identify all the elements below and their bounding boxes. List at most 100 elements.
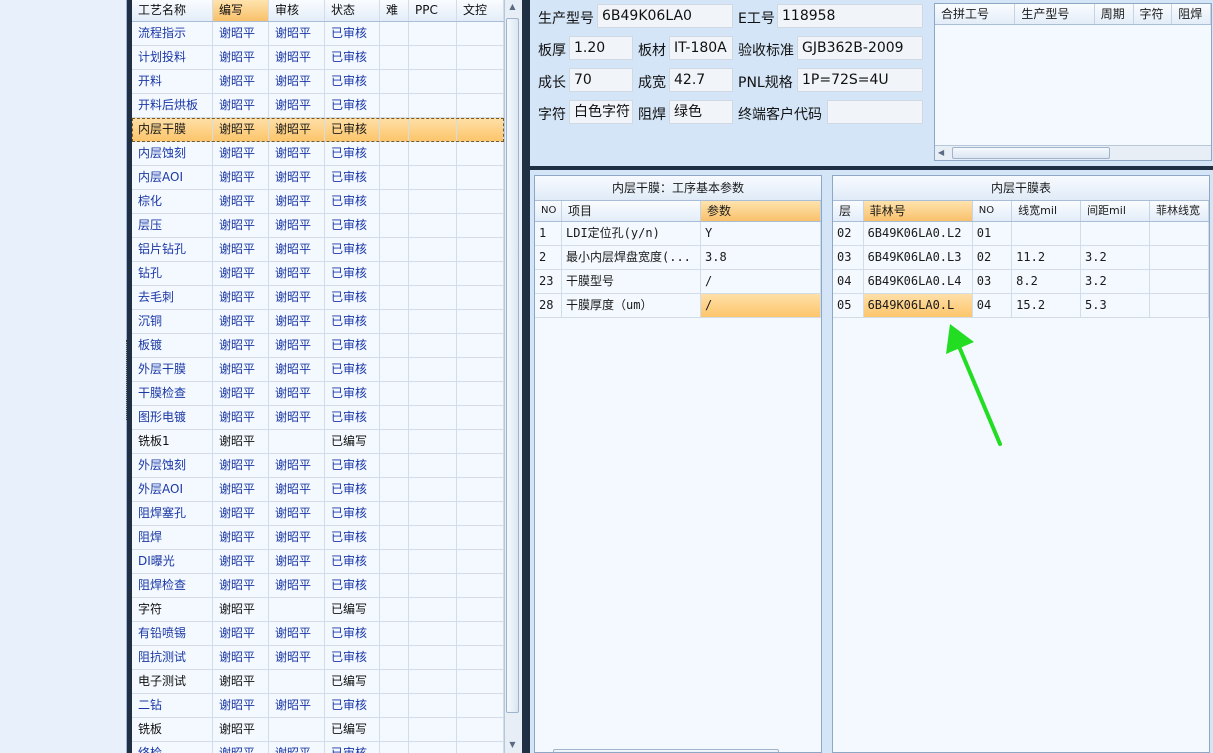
process-row[interactable]: 铣板1 谢昭平 已编写 bbox=[132, 430, 504, 454]
process-row[interactable]: 铝片钻孔 谢昭平 谢昭平 已审核 bbox=[132, 238, 504, 262]
process-row[interactable]: 铣板 谢昭平 已编写 bbox=[132, 718, 504, 742]
field-width[interactable]: 42.7 bbox=[669, 68, 733, 92]
field-customer[interactable] bbox=[827, 100, 923, 124]
process-row[interactable]: 去毛刺 谢昭平 谢昭平 已审核 bbox=[132, 286, 504, 310]
process-row[interactable]: 开料 谢昭平 谢昭平 已审核 bbox=[132, 70, 504, 94]
process-row[interactable]: 有铅喷锡 谢昭平 谢昭平 已审核 bbox=[132, 622, 504, 646]
merge-table-hscroll[interactable]: ◀ bbox=[935, 145, 1211, 160]
process-cell: 阻抗测试 bbox=[132, 646, 213, 669]
col-header-merge-no[interactable]: 合拼工号 bbox=[935, 4, 1016, 24]
process-row[interactable]: 开料后烘板 谢昭平 谢昭平 已审核 bbox=[132, 94, 504, 118]
process-row[interactable]: 内层AOI 谢昭平 谢昭平 已审核 bbox=[132, 166, 504, 190]
process-cell: 已编写 bbox=[325, 598, 380, 621]
param-cell[interactable]: 3.8 bbox=[701, 246, 821, 269]
param-row[interactable]: 1 LDI定位孔(y/n) Y bbox=[535, 222, 821, 246]
scrollbar-thumb[interactable] bbox=[506, 18, 519, 713]
field-standard[interactable]: GJB362B-2009 bbox=[797, 36, 923, 60]
film-cell: 15.2 bbox=[1012, 294, 1082, 317]
film-title: 内层干膜表 bbox=[833, 176, 1209, 201]
process-row[interactable]: 字符 谢昭平 已编写 bbox=[132, 598, 504, 622]
field-thickness[interactable]: 1.20 bbox=[569, 36, 633, 60]
param-row[interactable]: 28 干膜厚度（um） / bbox=[535, 294, 821, 318]
field-length[interactable]: 70 bbox=[569, 68, 633, 92]
process-row[interactable]: 外层AOI 谢昭平 谢昭平 已审核 bbox=[132, 478, 504, 502]
col-header-film-line-width[interactable]: 菲林线宽 bbox=[1150, 201, 1209, 221]
process-row[interactable]: 内层蚀刻 谢昭平 谢昭平 已审核 bbox=[132, 142, 504, 166]
col-header-merge-char[interactable]: 字符 bbox=[1134, 4, 1173, 24]
process-row[interactable]: 板镀 谢昭平 谢昭平 已审核 bbox=[132, 334, 504, 358]
col-header-param[interactable]: 参数 bbox=[701, 201, 821, 221]
process-cell bbox=[380, 382, 409, 405]
process-row[interactable]: 流程指示 谢昭平 谢昭平 已审核 bbox=[132, 22, 504, 46]
process-row[interactable]: 钻孔 谢昭平 谢昭平 已审核 bbox=[132, 262, 504, 286]
col-header-line-width[interactable]: 线宽mil bbox=[1012, 201, 1082, 221]
splitter-horizontal[interactable] bbox=[530, 166, 1213, 170]
process-row[interactable]: 沉铜 谢昭平 谢昭平 已审核 bbox=[132, 310, 504, 334]
col-header-doc-control[interactable]: 文控 bbox=[457, 0, 504, 21]
film-row[interactable]: 02 6B49K06LA0.L2 01 bbox=[833, 222, 1209, 246]
process-row[interactable]: 二钻 谢昭平 谢昭平 已审核 bbox=[132, 694, 504, 718]
process-row[interactable]: 棕化 谢昭平 谢昭平 已审核 bbox=[132, 190, 504, 214]
process-cell bbox=[409, 310, 457, 333]
col-header-film-no[interactable]: 菲林号 bbox=[863, 201, 973, 221]
process-cell: 谢昭平 bbox=[269, 142, 325, 165]
field-prod-model[interactable]: 6B49K06LA0 bbox=[597, 4, 733, 28]
process-row[interactable]: DI曝光 谢昭平 谢昭平 已审核 bbox=[132, 550, 504, 574]
splitter-main[interactable] bbox=[522, 0, 530, 753]
process-row[interactable]: 图形电镀 谢昭平 谢昭平 已审核 bbox=[132, 406, 504, 430]
process-cell bbox=[457, 742, 504, 753]
field-material[interactable]: IT-180A bbox=[669, 36, 733, 60]
col-header-item[interactable]: 项目 bbox=[562, 201, 701, 221]
process-row[interactable]: 内层干膜 谢昭平 谢昭平 已审核 bbox=[132, 118, 504, 142]
process-row[interactable]: 阻焊检查 谢昭平 谢昭平 已审核 bbox=[132, 574, 504, 598]
col-header-author[interactable]: 编写 bbox=[213, 0, 269, 21]
scroll-left-icon[interactable]: ◀ bbox=[938, 148, 944, 157]
process-row[interactable]: 层压 谢昭平 谢昭平 已审核 bbox=[132, 214, 504, 238]
annotation-arrow bbox=[946, 324, 1002, 446]
param-row[interactable]: 23 干膜型号 / bbox=[535, 270, 821, 294]
process-row[interactable]: 电子测试 谢昭平 已编写 bbox=[132, 670, 504, 694]
field-e-no[interactable]: 118958 bbox=[777, 4, 923, 28]
scroll-up-icon[interactable]: ▲ bbox=[504, 2, 521, 11]
process-cell bbox=[380, 478, 409, 501]
col-header-merge-model[interactable]: 生产型号 bbox=[1015, 4, 1095, 24]
scroll-down-icon[interactable]: ▼ bbox=[504, 740, 521, 749]
process-row[interactable]: 外层干膜 谢昭平 谢昭平 已审核 bbox=[132, 358, 504, 382]
param-cell[interactable]: / bbox=[701, 294, 821, 317]
process-cell: 谢昭平 bbox=[269, 454, 325, 477]
film-row[interactable]: 03 6B49K06LA0.L3 02 11.2 3.2 bbox=[833, 246, 1209, 270]
field-char[interactable]: 白色字符 bbox=[569, 100, 633, 124]
process-row[interactable]: 外层蚀刻 谢昭平 谢昭平 已审核 bbox=[132, 454, 504, 478]
col-header-merge-cycle[interactable]: 周期 bbox=[1095, 4, 1134, 24]
film-row[interactable]: 05 6B49K06LA0.L 04 15.2 5.3 bbox=[833, 294, 1209, 318]
col-header-spacing[interactable]: 间距mil bbox=[1081, 201, 1150, 221]
col-header-process[interactable]: 工艺名称 bbox=[132, 0, 213, 21]
process-row[interactable]: 终检 谢昭平 谢昭平 已审核 bbox=[132, 742, 504, 753]
col-header-film-row-no[interactable]: NO bbox=[973, 201, 1013, 221]
field-mask[interactable]: 绿色 bbox=[669, 100, 733, 124]
process-cell: 谢昭平 bbox=[269, 310, 325, 333]
film-row[interactable]: 04 6B49K06LA0.L4 03 8.2 3.2 bbox=[833, 270, 1209, 294]
process-row[interactable]: 干膜检查 谢昭平 谢昭平 已审核 bbox=[132, 382, 504, 406]
process-row[interactable]: 阻抗测试 谢昭平 谢昭平 已审核 bbox=[132, 646, 504, 670]
param-cell[interactable]: Y bbox=[701, 222, 821, 245]
col-header-no[interactable]: NO bbox=[535, 201, 562, 221]
process-row[interactable]: 阻焊塞孔 谢昭平 谢昭平 已审核 bbox=[132, 502, 504, 526]
col-header-status[interactable]: 状态 bbox=[325, 0, 380, 21]
process-row[interactable]: 阻焊 谢昭平 谢昭平 已审核 bbox=[132, 526, 504, 550]
col-header-layer[interactable]: 层 bbox=[833, 201, 864, 221]
param-row[interactable]: 2 最小内层焊盘宽度(... 3.8 bbox=[535, 246, 821, 270]
hscroll-thumb[interactable] bbox=[952, 147, 1110, 159]
process-cell: 终检 bbox=[132, 742, 213, 753]
field-pnl[interactable]: 1P=72S=4U bbox=[797, 68, 923, 92]
process-cell bbox=[409, 142, 457, 165]
process-cell: 谢昭平 bbox=[213, 190, 269, 213]
process-cell bbox=[409, 22, 457, 45]
col-header-ppc[interactable]: PPC bbox=[409, 0, 457, 21]
col-header-merge-mask[interactable]: 阻焊 bbox=[1172, 4, 1211, 24]
param-cell[interactable]: / bbox=[701, 270, 821, 293]
col-header-difficulty[interactable]: 难 bbox=[380, 0, 409, 21]
process-row[interactable]: 计划投料 谢昭平 谢昭平 已审核 bbox=[132, 46, 504, 70]
col-header-reviewer[interactable]: 审核 bbox=[269, 0, 325, 21]
params-hscroll-thumb[interactable] bbox=[553, 749, 779, 752]
